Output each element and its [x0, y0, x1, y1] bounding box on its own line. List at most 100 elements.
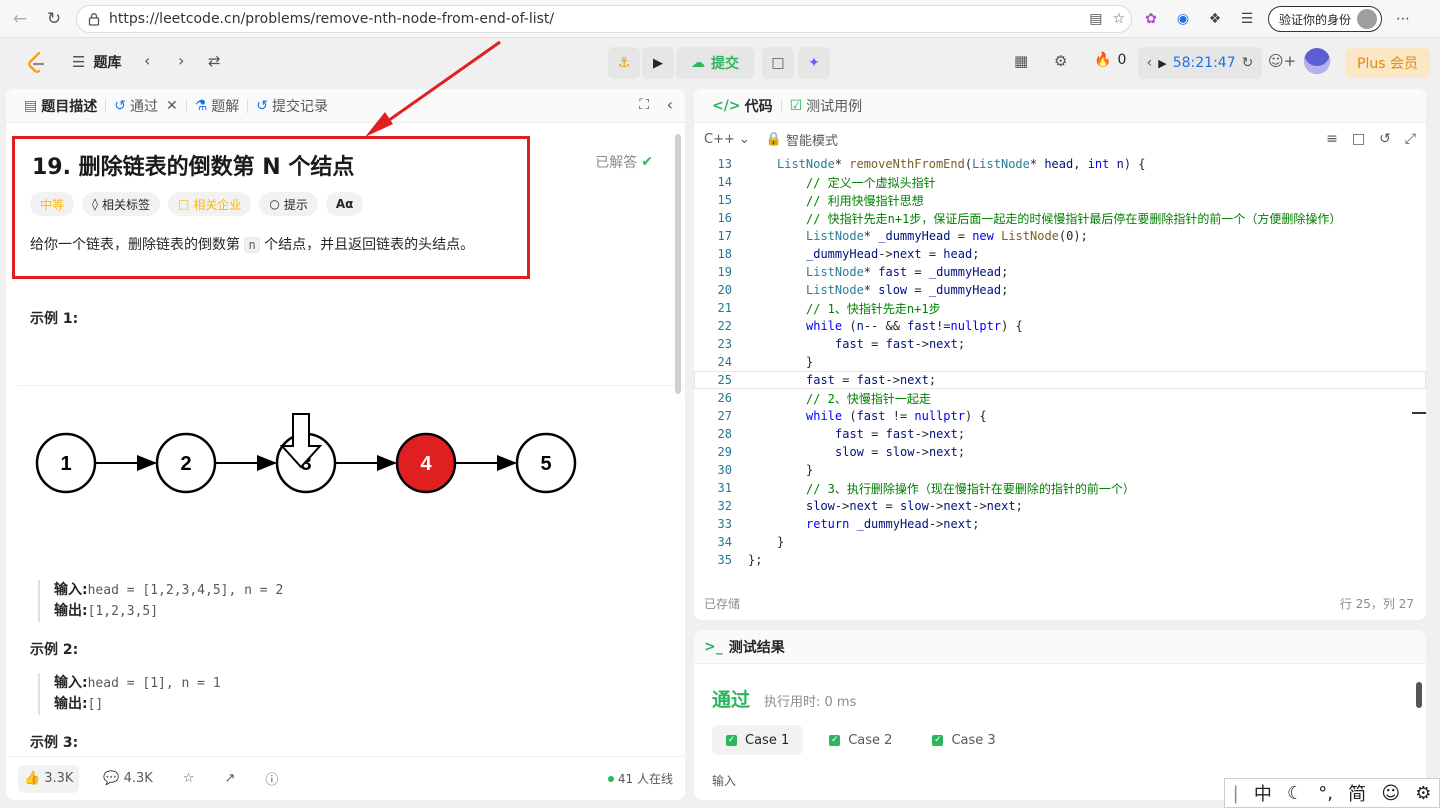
tab-solutions-label: 题解: [211, 98, 240, 115]
code-line[interactable]: 18 _dummyHead->next = head;: [694, 245, 1426, 263]
submit-button[interactable]: ☁ 提交: [676, 47, 754, 79]
reload-icon[interactable]: ↻: [40, 5, 68, 33]
code-line[interactable]: 31 // 3、执行删除操作（现在慢指针在要删除的指针的前一个）: [694, 479, 1426, 497]
maximize-icon[interactable]: ⛶: [639, 97, 649, 113]
emoji-icon[interactable]: ☺: [1381, 783, 1400, 804]
comments-button[interactable]: 💬 4.3K: [97, 765, 158, 793]
code-line[interactable]: 15 // 利用快慢指针思想: [694, 191, 1426, 209]
related-tags-button[interactable]: ◊ 相关标签: [82, 192, 160, 216]
code-line[interactable]: 23 fast = fast->next;: [694, 335, 1426, 353]
ime-settings-icon[interactable]: ⚙: [1415, 783, 1431, 804]
extensions-puzzle-icon[interactable]: ❖: [1204, 8, 1226, 30]
like-button[interactable]: 👍 3.3K: [18, 764, 80, 793]
tab-accepted[interactable]: ↺ 通过 ✕: [106, 96, 185, 116]
flask-icon: ⚗: [194, 97, 208, 114]
tab-code[interactable]: </> 代码: [704, 96, 781, 116]
settings-gear-icon[interactable]: ⚙: [1054, 52, 1067, 70]
timer-widget[interactable]: ‹ ▶ 58:21:47 ↻: [1138, 47, 1262, 79]
mode-select[interactable]: 🔒 智能模式: [766, 130, 838, 149]
reset-icon[interactable]: ↺: [1379, 131, 1391, 147]
translate-button[interactable]: Aα: [325, 192, 364, 216]
copilot-extension-icon[interactable]: ✿: [1140, 8, 1162, 30]
shuffle-icon[interactable]: ⇄: [208, 52, 221, 70]
back-icon[interactable]: ←: [6, 5, 34, 33]
code-line[interactable]: 27 while (fast != nullptr) {: [694, 407, 1426, 425]
bookmark-icon[interactable]: □: [1352, 131, 1365, 147]
related-companies-button[interactable]: □ 相关企业: [167, 192, 252, 216]
help-icon[interactable]: ⓘ: [259, 765, 284, 793]
run-icon[interactable]: ▶: [642, 47, 674, 79]
favorites-list-icon[interactable]: ☰: [1236, 8, 1258, 30]
code-brackets-icon: </>: [712, 97, 741, 114]
reader-mode-icon[interactable]: ▤: [1089, 11, 1102, 27]
next-problem-icon[interactable]: ›: [178, 51, 184, 70]
code-line[interactable]: 16 // 快指针先走n+1步，保证后面一起走的时候慢指针最后停在要删除指针的前一…: [694, 209, 1426, 227]
prev-problem-icon[interactable]: ‹: [144, 51, 150, 70]
code-line[interactable]: 28 fast = fast->next;: [694, 425, 1426, 443]
collapse-panel-icon[interactable]: ‹: [667, 95, 673, 114]
code-line[interactable]: 22 while (n-- && fast!=nullptr) {: [694, 317, 1426, 335]
debug-icon[interactable]: ⚓: [608, 47, 640, 79]
example-1-heading: 示例 1:: [30, 311, 79, 327]
line-number: 18: [717, 247, 732, 261]
ime-language-toggle[interactable]: 中: [1254, 780, 1272, 806]
close-tab-icon[interactable]: ✕: [166, 98, 178, 114]
code-line[interactable]: 25 fast = fast->next;: [694, 371, 1426, 389]
verify-identity-button[interactable]: 验证你的身份: [1268, 6, 1383, 32]
ime-handle[interactable]: |: [1233, 783, 1239, 804]
document-icon: ▤: [24, 97, 38, 114]
code-line[interactable]: 21 // 1、快指针先走n+1步: [694, 299, 1426, 317]
code-area[interactable]: 13 ListNode* removeNthFromEnd(ListNode* h…: [694, 155, 1426, 569]
moon-icon[interactable]: ☾: [1287, 783, 1303, 804]
code-line[interactable]: 19 ListNode* fast = _dummyHead;: [694, 263, 1426, 281]
code-line[interactable]: 32 slow->next = slow->next->next;: [694, 497, 1426, 515]
favorite-icon[interactable]: ☆: [177, 765, 201, 793]
hint-button[interactable]: ○ 提示: [259, 192, 318, 216]
fullscreen-icon[interactable]: ⤢: [1405, 131, 1416, 147]
results-scrollbar[interactable]: [1416, 682, 1422, 708]
tab-solutions[interactable]: ⚗ 题解: [187, 96, 248, 116]
more-menu-icon[interactable]: ⋯: [1392, 8, 1414, 30]
timer-collapse-icon: ‹: [1146, 55, 1153, 71]
code-line[interactable]: 29 slow = slow->next;: [694, 443, 1426, 461]
case-tab[interactable]: ✓ Case 1: [712, 725, 804, 755]
add-friend-icon[interactable]: ☺+: [1268, 52, 1296, 70]
address-bar[interactable]: https://leetcode.cn/problems/remove-nth-…: [76, 5, 1132, 33]
ime-simplified-toggle[interactable]: 简: [1348, 780, 1366, 806]
code-line[interactable]: 30}: [694, 461, 1426, 479]
punctuation-icon[interactable]: °,: [1318, 783, 1333, 804]
code-line[interactable]: 26 // 2、快慢指针一起走: [694, 389, 1426, 407]
code-line[interactable]: 34}: [694, 533, 1426, 551]
minimap-marker: [1412, 412, 1426, 414]
user-avatar[interactable]: [1304, 48, 1330, 74]
format-icon[interactable]: ≡: [1326, 131, 1338, 147]
code-line[interactable]: 14 // 定义一个虚拟头指针: [694, 173, 1426, 191]
ai-sparkle-icon[interactable]: ✦: [798, 47, 830, 79]
code-line[interactable]: 33 return _dummyHead->next;: [694, 515, 1426, 533]
code-line[interactable]: 35};: [694, 551, 1426, 569]
tab-description[interactable]: ▤ 题目描述: [16, 96, 105, 116]
code-line[interactable]: 20 ListNode* slow = _dummyHead;: [694, 281, 1426, 299]
extension-icon[interactable]: ◉: [1172, 8, 1194, 30]
share-icon[interactable]: ↗: [218, 765, 241, 793]
code-text: }: [806, 355, 814, 369]
leetcode-logo-icon[interactable]: [26, 52, 46, 74]
notes-icon[interactable]: □: [762, 47, 794, 79]
code-line[interactable]: 13 ListNode* removeNthFromEnd(ListNode* h…: [694, 155, 1426, 173]
layout-grid-icon[interactable]: ▦: [1014, 52, 1028, 70]
favorite-star-icon[interactable]: ☆: [1112, 11, 1125, 27]
problem-bank-button[interactable]: ☰ 题库: [72, 52, 121, 72]
case-tab[interactable]: ✓ Case 3: [918, 725, 1009, 755]
tab-submissions[interactable]: ↺ 提交记录: [248, 96, 336, 116]
description-scrollbar[interactable]: [675, 134, 681, 394]
language-select[interactable]: C++ ⌄: [704, 132, 750, 147]
case-tab[interactable]: ✓ Case 2: [815, 725, 906, 755]
streak-counter[interactable]: 🔥 0: [1094, 52, 1126, 68]
code-line[interactable]: 24}: [694, 353, 1426, 371]
tab-testcases[interactable]: ☑ 测试用例: [782, 96, 871, 116]
plus-member-button[interactable]: Plus 会员: [1345, 48, 1430, 78]
input-label: 输入: [712, 774, 737, 788]
case-label: Case 3: [951, 732, 996, 748]
hint-label: 提示: [283, 197, 308, 212]
code-line[interactable]: 17 ListNode* _dummyHead = new ListNode(0)…: [694, 227, 1426, 245]
